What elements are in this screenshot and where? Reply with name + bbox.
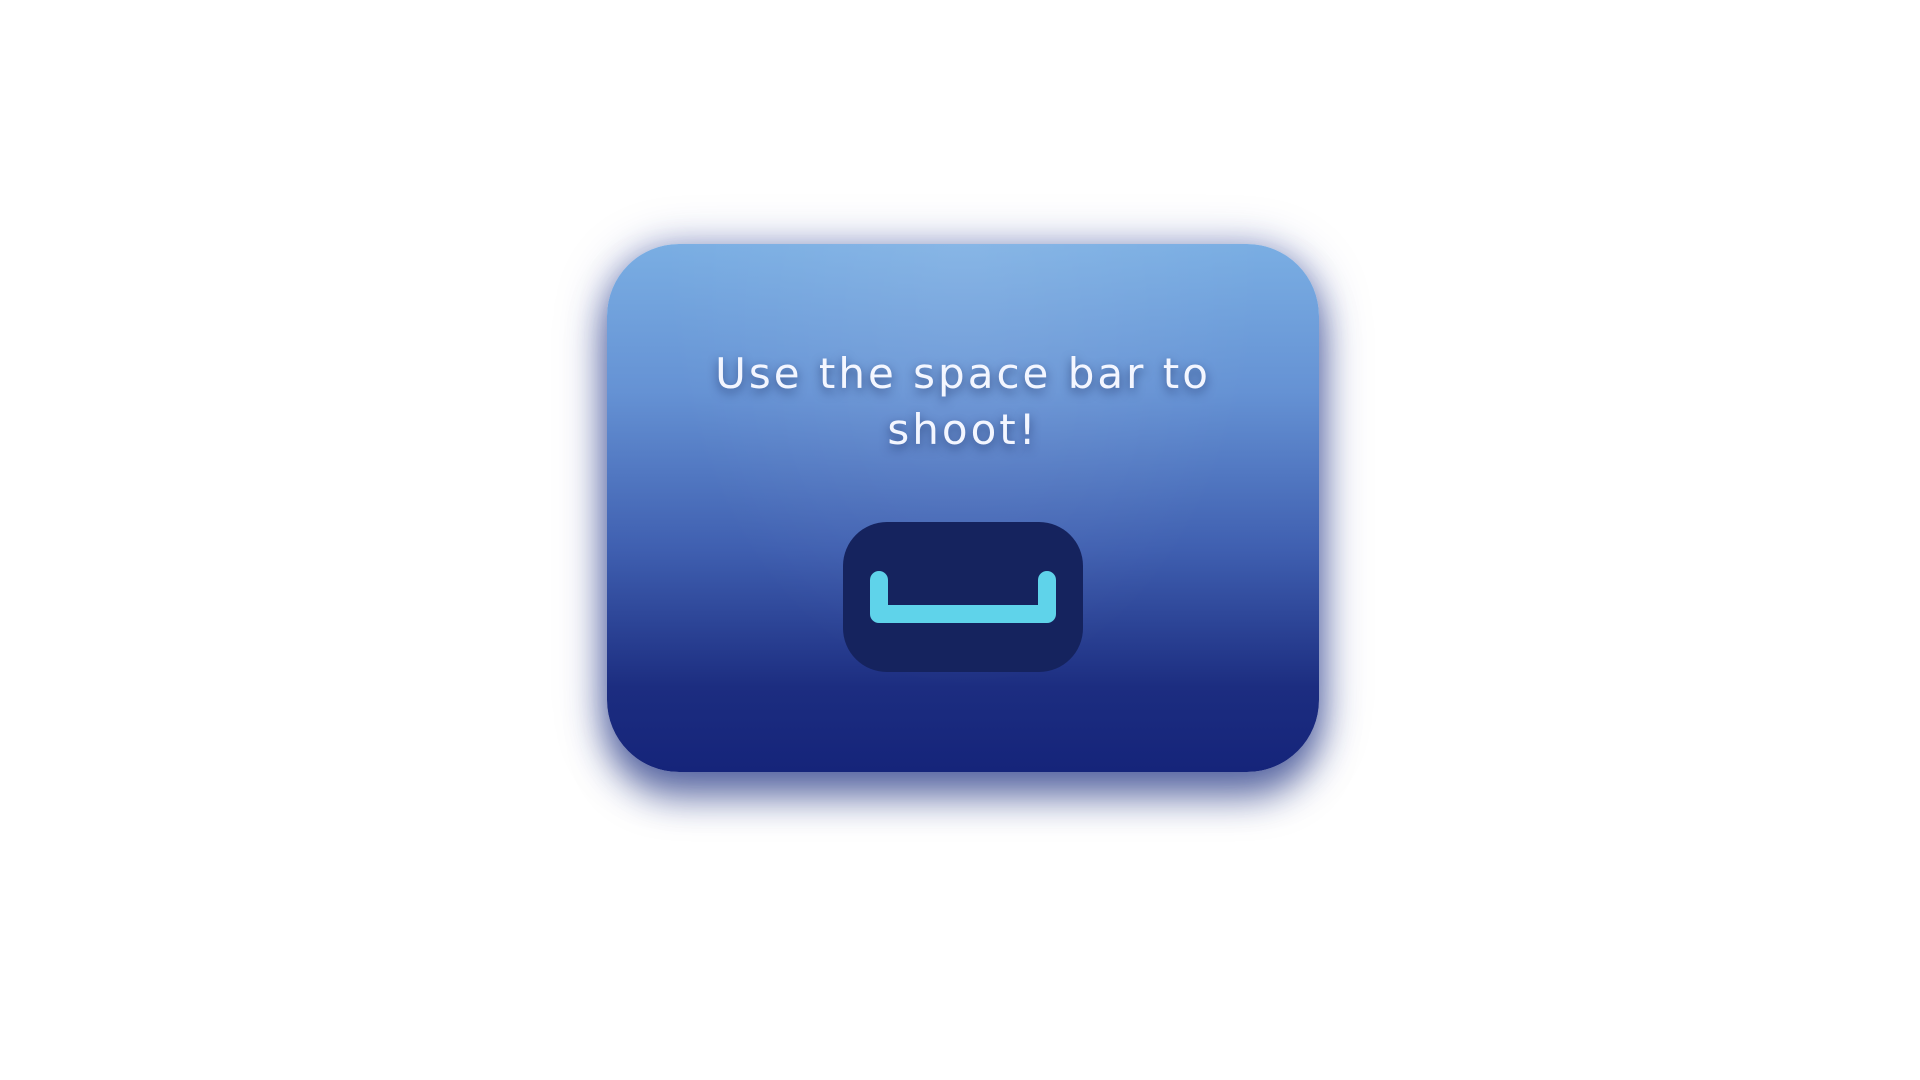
game-screen: Use the space bar to shoot! xyxy=(0,0,1920,1080)
space-bar-key xyxy=(843,522,1083,672)
space-bar-key-icon xyxy=(870,571,1056,623)
instruction-text: Use the space bar to shoot! xyxy=(715,349,1211,454)
instruction-card: Use the space bar to shoot! xyxy=(607,244,1319,772)
